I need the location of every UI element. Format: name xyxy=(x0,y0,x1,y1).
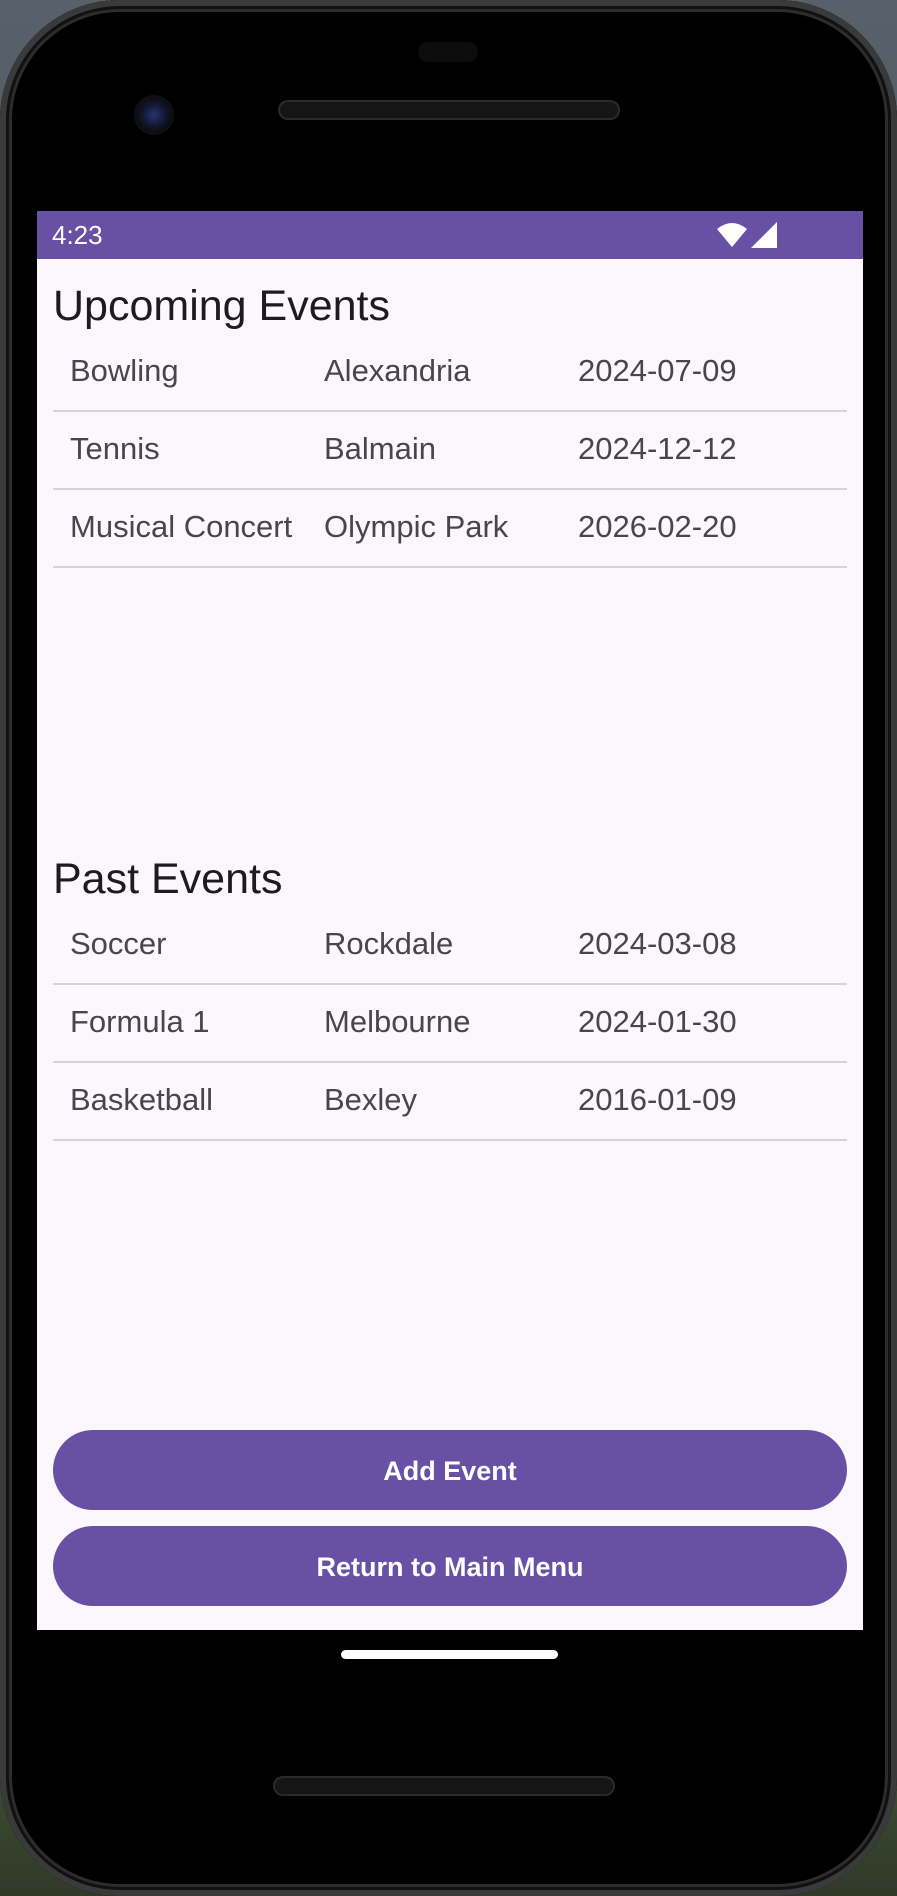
event-date: 2024-07-09 xyxy=(578,353,737,388)
bottom-speaker xyxy=(273,1776,615,1796)
top-speaker xyxy=(278,100,620,120)
wifi-icon xyxy=(717,223,747,247)
event-row[interactable]: Soccer Rockdale 2024-03-08 xyxy=(53,907,847,985)
event-name: Tennis xyxy=(70,431,160,466)
event-name: Musical Concert xyxy=(70,509,293,544)
event-location: Alexandria xyxy=(324,353,471,388)
event-date: 2024-01-30 xyxy=(578,1004,737,1039)
upcoming-events-list: Bowling Alexandria 2024-07-09 Tennis Bal… xyxy=(53,334,847,568)
event-name: Soccer xyxy=(70,926,167,961)
event-location: Rockdale xyxy=(324,926,454,961)
add-event-button[interactable]: Add Event xyxy=(53,1430,847,1510)
event-date: 2016-01-09 xyxy=(578,1082,737,1117)
return-main-menu-button[interactable]: Return to Main Menu xyxy=(53,1526,847,1606)
event-row[interactable]: Bowling Alexandria 2024-07-09 xyxy=(53,334,847,412)
event-location: Melbourne xyxy=(324,1004,471,1039)
past-events-title: Past Events xyxy=(53,855,283,903)
status-bar: 4:23 xyxy=(37,211,863,259)
earpiece xyxy=(418,42,478,62)
event-date: 2024-12-12 xyxy=(578,431,737,466)
event-row[interactable]: Tennis Balmain 2024-12-12 xyxy=(53,412,847,490)
past-events-list: Soccer Rockdale 2024-03-08 Formula 1 Mel… xyxy=(53,907,847,1141)
event-row[interactable]: Musical Concert Olympic Park 2026-02-20 xyxy=(53,490,847,568)
signal-icon xyxy=(751,222,777,248)
phone-frame: 4:23 Upcoming Events Bowling Alexandria … xyxy=(0,0,897,1896)
event-name: Formula 1 xyxy=(70,1004,210,1039)
app-screen: 4:23 Upcoming Events Bowling Alexandria … xyxy=(37,211,863,1630)
event-date: 2024-03-08 xyxy=(578,926,737,961)
event-row[interactable]: Basketball Bexley 2016-01-09 xyxy=(53,1063,847,1141)
event-location: Bexley xyxy=(324,1082,418,1117)
home-indicator[interactable] xyxy=(341,1650,558,1659)
event-location: Olympic Park xyxy=(324,509,509,544)
event-name: Bowling xyxy=(70,353,179,388)
upcoming-events-title: Upcoming Events xyxy=(53,282,390,330)
front-camera xyxy=(134,95,174,135)
event-date: 2026-02-20 xyxy=(578,509,737,544)
event-row[interactable]: Formula 1 Melbourne 2024-01-30 xyxy=(53,985,847,1063)
event-name: Basketball xyxy=(70,1082,214,1117)
event-location: Balmain xyxy=(324,431,436,466)
status-time: 4:23 xyxy=(52,220,103,250)
